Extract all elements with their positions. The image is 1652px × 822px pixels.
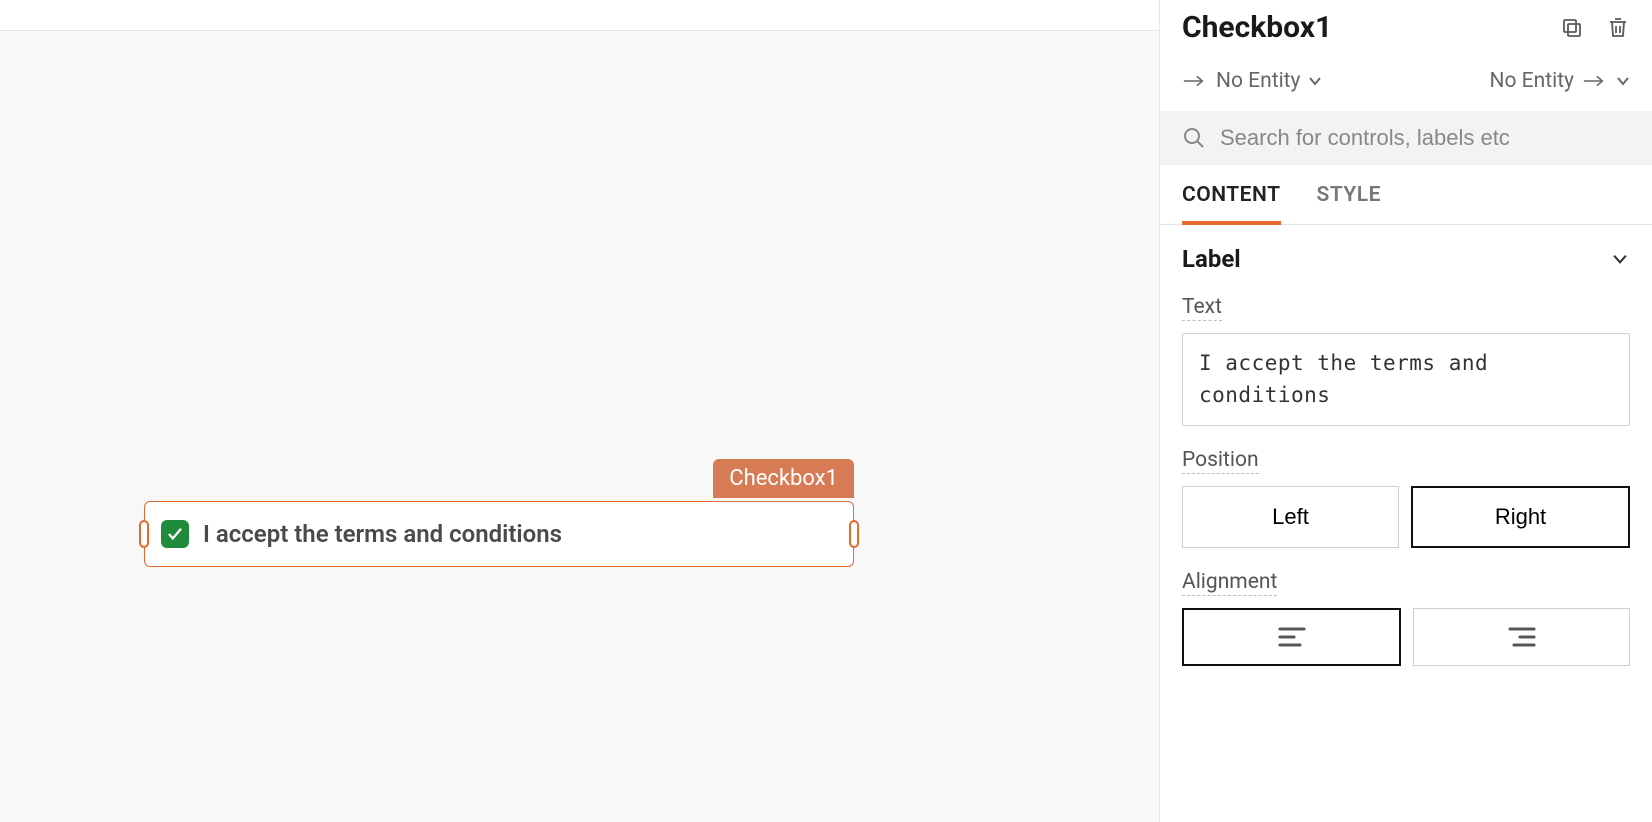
canvas-area[interactable]: Checkbox1 I accept the terms and conditi… <box>0 30 1159 822</box>
search-icon <box>1182 126 1206 150</box>
tab-content[interactable]: CONTENT <box>1182 183 1281 225</box>
field-text-label: Text <box>1182 295 1222 321</box>
position-right-button[interactable]: Right <box>1411 486 1630 548</box>
delete-icon[interactable] <box>1606 16 1630 40</box>
widget-name-tag: Checkbox1 <box>713 459 854 498</box>
checkbox-widget[interactable]: Checkbox1 I accept the terms and conditi… <box>144 501 854 567</box>
header-actions <box>1560 16 1630 40</box>
entity-incoming-label: No Entity <box>1216 69 1300 93</box>
widget-selection-box[interactable]: I accept the terms and conditions <box>144 501 854 567</box>
entity-bindings-row: No Entity No Entity <box>1160 63 1652 111</box>
align-left-button[interactable] <box>1182 608 1401 666</box>
position-left-button[interactable]: Left <box>1182 486 1399 548</box>
chevron-down-icon <box>1610 249 1630 269</box>
check-icon <box>166 525 184 543</box>
section-label: Label Text I accept the terms and condit… <box>1160 225 1652 666</box>
chevron-down-icon <box>1308 74 1322 88</box>
resize-handle-right[interactable] <box>849 520 859 548</box>
field-alignment: Alignment <box>1182 570 1630 666</box>
property-search-input[interactable] <box>1220 125 1630 151</box>
panel-tabs: CONTENT STYLE <box>1160 165 1652 225</box>
entity-outgoing-button[interactable]: No Entity <box>1490 69 1630 93</box>
panel-header: Checkbox1 <box>1160 0 1652 63</box>
properties-panel: Checkbox1 No Entity No Entity CONTENT ST… <box>1159 0 1652 822</box>
copy-icon[interactable] <box>1560 16 1584 40</box>
align-right-icon <box>1508 626 1536 648</box>
property-search-row <box>1160 111 1652 165</box>
resize-handle-left[interactable] <box>139 520 149 548</box>
checkbox-box[interactable] <box>161 520 189 548</box>
align-right-button[interactable] <box>1413 608 1630 666</box>
position-button-group: Left Right <box>1182 486 1630 548</box>
section-label-header[interactable]: Label <box>1182 245 1630 273</box>
checkbox-label: I accept the terms and conditions <box>203 520 562 548</box>
section-label-title: Label <box>1182 245 1241 273</box>
field-text: Text I accept the terms and conditions <box>1182 295 1630 426</box>
arrow-right-icon <box>1182 74 1208 88</box>
entity-outgoing-label: No Entity <box>1490 69 1574 93</box>
label-text-input[interactable]: I accept the terms and conditions <box>1182 333 1630 426</box>
field-alignment-label: Alignment <box>1182 570 1277 596</box>
panel-title[interactable]: Checkbox1 <box>1182 10 1332 45</box>
tab-style[interactable]: STYLE <box>1317 183 1382 224</box>
field-position: Position Left Right <box>1182 448 1630 548</box>
chevron-down-icon <box>1616 74 1630 88</box>
field-position-label: Position <box>1182 448 1259 474</box>
entity-incoming-button[interactable]: No Entity <box>1182 69 1322 93</box>
arrow-right-icon <box>1582 74 1608 88</box>
alignment-button-group <box>1182 608 1630 666</box>
align-left-icon <box>1278 626 1306 648</box>
